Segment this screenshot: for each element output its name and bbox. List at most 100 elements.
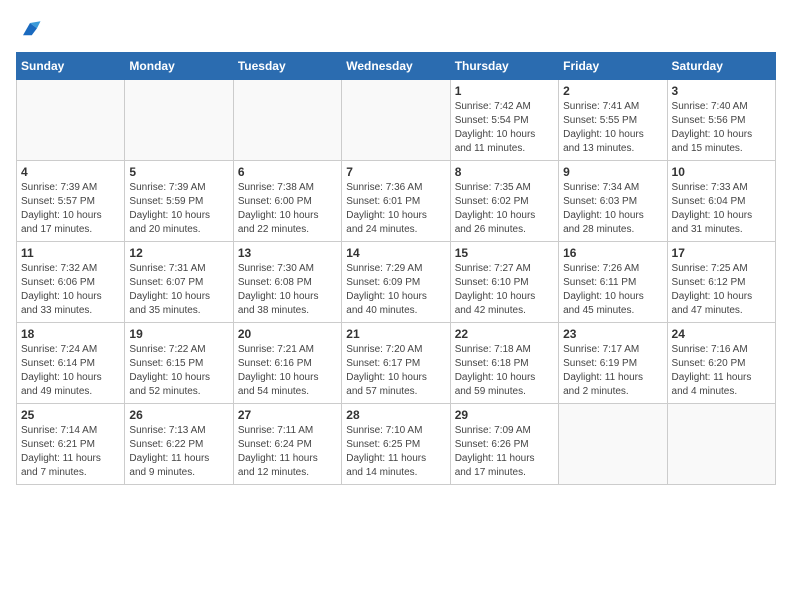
day-info: Sunrise: 7:42 AM Sunset: 5:54 PM Dayligh… [455,100,554,156]
weekday-header-wednesday: Wednesday [342,53,450,80]
day-info: Sunrise: 7:25 AM Sunset: 6:12 PM Dayligh… [672,262,771,318]
day-number: 23 [563,327,662,341]
day-info: Sunrise: 7:14 AM Sunset: 6:21 PM Dayligh… [21,424,120,480]
day-number: 2 [563,84,662,98]
calendar-week-row: 18 Sunrise: 7:24 AM Sunset: 6:14 PM Dayli… [17,323,776,404]
logo [16,16,48,44]
calendar-cell: 11 Sunrise: 7:32 AM Sunset: 6:06 PM Dayli… [17,242,125,323]
calendar-cell: 4 Sunrise: 7:39 AM Sunset: 5:57 PM Daylig… [17,161,125,242]
calendar-cell: 26 Sunrise: 7:13 AM Sunset: 6:22 PM Dayli… [125,404,233,485]
day-info: Sunrise: 7:38 AM Sunset: 6:00 PM Dayligh… [238,181,337,237]
day-number: 3 [672,84,771,98]
day-info: Sunrise: 7:16 AM Sunset: 6:20 PM Dayligh… [672,343,771,399]
calendar-cell: 13 Sunrise: 7:30 AM Sunset: 6:08 PM Dayli… [233,242,341,323]
day-number: 18 [21,327,120,341]
calendar-table: SundayMondayTuesdayWednesdayThursdayFrid… [16,52,776,485]
day-info: Sunrise: 7:21 AM Sunset: 6:16 PM Dayligh… [238,343,337,399]
day-number: 20 [238,327,337,341]
day-info: Sunrise: 7:29 AM Sunset: 6:09 PM Dayligh… [346,262,445,318]
day-info: Sunrise: 7:17 AM Sunset: 6:19 PM Dayligh… [563,343,662,399]
day-number: 19 [129,327,228,341]
day-info: Sunrise: 7:20 AM Sunset: 6:17 PM Dayligh… [346,343,445,399]
day-info: Sunrise: 7:34 AM Sunset: 6:03 PM Dayligh… [563,181,662,237]
day-info: Sunrise: 7:18 AM Sunset: 6:18 PM Dayligh… [455,343,554,399]
weekday-header-sunday: Sunday [17,53,125,80]
day-number: 7 [346,165,445,179]
day-info: Sunrise: 7:26 AM Sunset: 6:11 PM Dayligh… [563,262,662,318]
calendar-cell: 22Sunrise: 7:18 AM Sunset: 6:18 PM Dayli… [450,323,558,404]
day-number: 15 [455,246,554,260]
calendar-cell: 19 Sunrise: 7:22 AM Sunset: 6:15 PM Dayli… [125,323,233,404]
calendar-cell [125,80,233,161]
calendar-cell: 23 Sunrise: 7:17 AM Sunset: 6:19 PM Dayli… [559,323,667,404]
day-info: Sunrise: 7:32 AM Sunset: 6:06 PM Dayligh… [21,262,120,318]
weekday-header-monday: Monday [125,53,233,80]
calendar-cell: 21 Sunrise: 7:20 AM Sunset: 6:17 PM Dayli… [342,323,450,404]
day-info: Sunrise: 7:13 AM Sunset: 6:22 PM Dayligh… [129,424,228,480]
day-number: 14 [346,246,445,260]
calendar-cell: 17 Sunrise: 7:25 AM Sunset: 6:12 PM Dayli… [667,242,775,323]
calendar-cell: 1 Sunrise: 7:42 AM Sunset: 5:54 PM Daylig… [450,80,558,161]
calendar-cell: 20 Sunrise: 7:21 AM Sunset: 6:16 PM Dayli… [233,323,341,404]
logo-bird-icon [16,16,44,44]
day-info: Sunrise: 7:36 AM Sunset: 6:01 PM Dayligh… [346,181,445,237]
day-info: Sunrise: 7:30 AM Sunset: 6:08 PM Dayligh… [238,262,337,318]
calendar-cell: 14 Sunrise: 7:29 AM Sunset: 6:09 PM Dayli… [342,242,450,323]
day-info: Sunrise: 7:22 AM Sunset: 6:15 PM Dayligh… [129,343,228,399]
day-info: Sunrise: 7:11 AM Sunset: 6:24 PM Dayligh… [238,424,337,480]
day-info: Sunrise: 7:35 AM Sunset: 6:02 PM Dayligh… [455,181,554,237]
weekday-header-thursday: Thursday [450,53,558,80]
calendar-cell: 24 Sunrise: 7:16 AM Sunset: 6:20 PM Dayli… [667,323,775,404]
calendar-cell: 8 Sunrise: 7:35 AM Sunset: 6:02 PM Daylig… [450,161,558,242]
calendar-week-row: 25 Sunrise: 7:14 AM Sunset: 6:21 PM Dayli… [17,404,776,485]
calendar-cell: 28 Sunrise: 7:10 AM Sunset: 6:25 PM Dayli… [342,404,450,485]
weekday-header-saturday: Saturday [667,53,775,80]
calendar-cell: 29 Sunrise: 7:09 AM Sunset: 6:26 PM Dayli… [450,404,558,485]
calendar-cell: 12 Sunrise: 7:31 AM Sunset: 6:07 PM Dayli… [125,242,233,323]
calendar-week-row: 11 Sunrise: 7:32 AM Sunset: 6:06 PM Dayli… [17,242,776,323]
day-info: Sunrise: 7:10 AM Sunset: 6:25 PM Dayligh… [346,424,445,480]
day-info: Sunrise: 7:41 AM Sunset: 5:55 PM Dayligh… [563,100,662,156]
day-number: 12 [129,246,228,260]
day-number: 4 [21,165,120,179]
calendar-cell: 25 Sunrise: 7:14 AM Sunset: 6:21 PM Dayli… [17,404,125,485]
calendar-cell: 2 Sunrise: 7:41 AM Sunset: 5:55 PM Daylig… [559,80,667,161]
page-header [16,16,776,44]
day-info: Sunrise: 7:27 AM Sunset: 6:10 PM Dayligh… [455,262,554,318]
day-info: Sunrise: 7:40 AM Sunset: 5:56 PM Dayligh… [672,100,771,156]
day-number: 8 [455,165,554,179]
day-number: 26 [129,408,228,422]
day-info: Sunrise: 7:31 AM Sunset: 6:07 PM Dayligh… [129,262,228,318]
calendar-cell [667,404,775,485]
day-number: 28 [346,408,445,422]
calendar-week-row: 1 Sunrise: 7:42 AM Sunset: 5:54 PM Daylig… [17,80,776,161]
day-number: 6 [238,165,337,179]
weekday-header-tuesday: Tuesday [233,53,341,80]
calendar-cell: 9 Sunrise: 7:34 AM Sunset: 6:03 PM Daylig… [559,161,667,242]
day-number: 9 [563,165,662,179]
day-number: 25 [21,408,120,422]
day-number: 29 [455,408,554,422]
day-info: Sunrise: 7:24 AM Sunset: 6:14 PM Dayligh… [21,343,120,399]
calendar-cell: 3 Sunrise: 7:40 AM Sunset: 5:56 PM Daylig… [667,80,775,161]
day-number: 10 [672,165,771,179]
calendar-cell: 7 Sunrise: 7:36 AM Sunset: 6:01 PM Daylig… [342,161,450,242]
day-number: 17 [672,246,771,260]
day-number: 24 [672,327,771,341]
calendar-cell: 18 Sunrise: 7:24 AM Sunset: 6:14 PM Dayli… [17,323,125,404]
calendar-cell [17,80,125,161]
calendar-cell: 10 Sunrise: 7:33 AM Sunset: 6:04 PM Dayli… [667,161,775,242]
calendar-cell [559,404,667,485]
day-number: 5 [129,165,228,179]
calendar-cell: 27Sunrise: 7:11 AM Sunset: 6:24 PM Dayli… [233,404,341,485]
day-number: 11 [21,246,120,260]
calendar-cell [342,80,450,161]
day-info: Sunrise: 7:33 AM Sunset: 6:04 PM Dayligh… [672,181,771,237]
day-info: Sunrise: 7:09 AM Sunset: 6:26 PM Dayligh… [455,424,554,480]
day-number: 13 [238,246,337,260]
day-info: Sunrise: 7:39 AM Sunset: 5:57 PM Dayligh… [21,181,120,237]
day-number: 21 [346,327,445,341]
weekday-header-friday: Friday [559,53,667,80]
day-number: 1 [455,84,554,98]
day-info: Sunrise: 7:39 AM Sunset: 5:59 PM Dayligh… [129,181,228,237]
